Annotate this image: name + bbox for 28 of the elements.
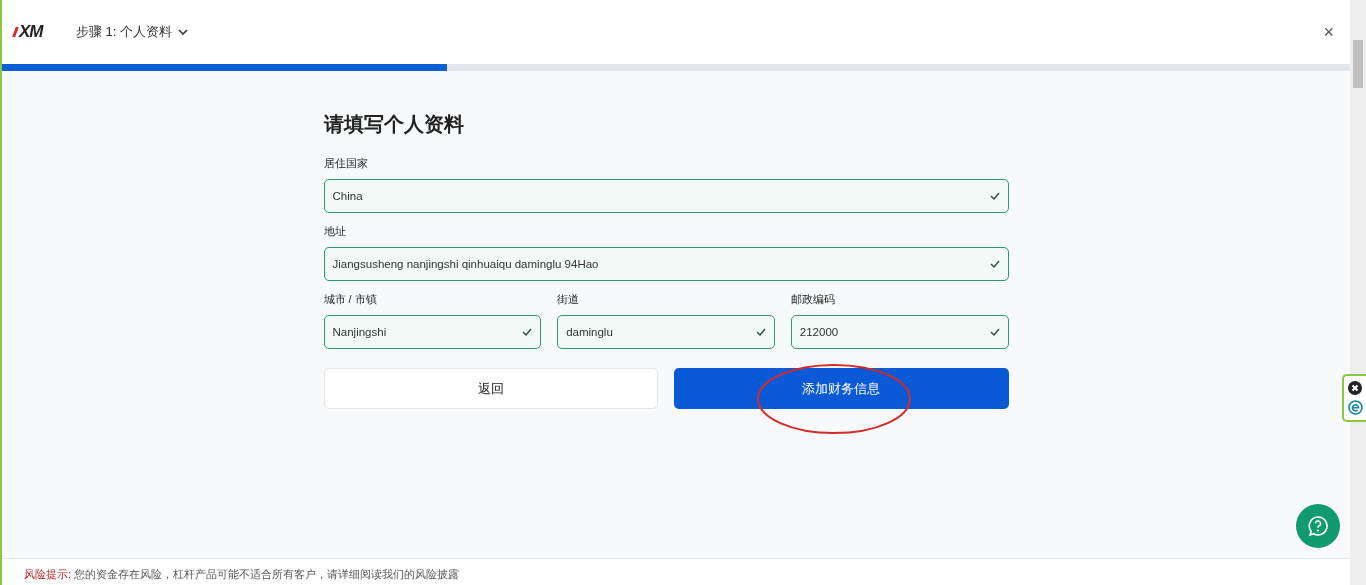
field-label: 居住国家: [323, 156, 369, 171]
chat-question-icon: [1307, 515, 1329, 537]
step-dropdown[interactable]: 步骤 1: 个人资料: [76, 23, 189, 41]
input-field[interactable]: Jiangsusheng nanjingshi qinhuaiqu daminglu 94Hao: [323, 247, 1009, 281]
check-icon: [989, 328, 1000, 336]
scrollbar[interactable]: [1350, 0, 1366, 585]
field-label: 邮政编码: [790, 292, 836, 307]
close-icon[interactable]: [1348, 381, 1362, 395]
caret-icon: [178, 29, 189, 35]
input-field[interactable]: daminglu: [557, 315, 775, 349]
help-button[interactable]: [1296, 504, 1340, 548]
form-title: 请填写个人资料: [323, 112, 465, 137]
check-icon: [755, 328, 766, 336]
risk-warning: 风险提示: 您的资金存在风险，杠杆产品可能不适合所有客户，请详细阅读我们的风险披露: [24, 567, 461, 582]
close-button[interactable]: ×: [1319, 21, 1338, 43]
check-icon: [522, 328, 533, 336]
input-field[interactable]: 212000: [790, 315, 1009, 349]
field-label: 城市 / 市镇: [323, 292, 378, 307]
check-icon: [989, 192, 1000, 200]
field-label: 地址: [323, 224, 347, 239]
logo[interactable]: XM: [14, 22, 76, 42]
input-field[interactable]: Nanjingshi: [323, 315, 542, 349]
next-button[interactable]: 添加财务信息: [674, 368, 1009, 409]
field-label: 街道: [557, 292, 581, 307]
check-icon: [989, 260, 1000, 268]
input-field[interactable]: China: [323, 179, 1009, 213]
back-button[interactable]: 返回: [323, 368, 658, 409]
e-logo-icon[interactable]: [1347, 400, 1363, 415]
